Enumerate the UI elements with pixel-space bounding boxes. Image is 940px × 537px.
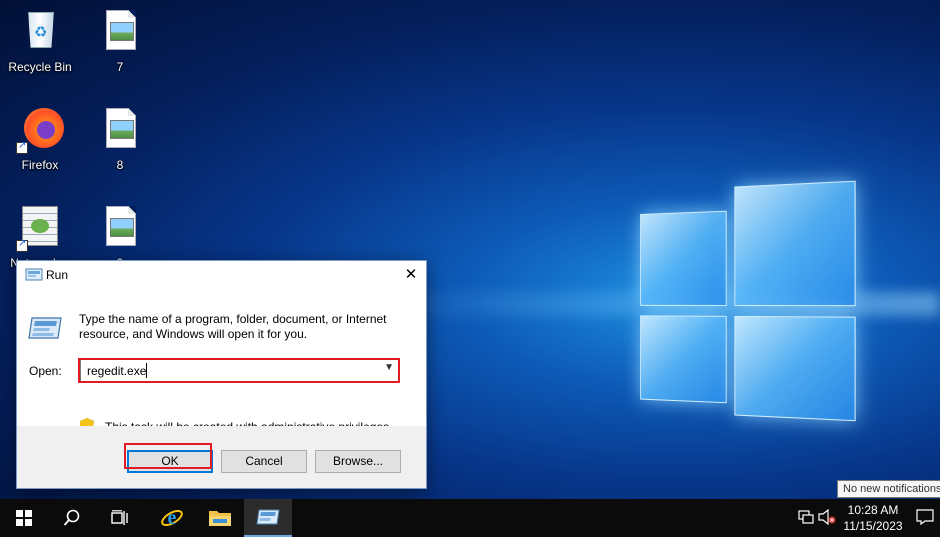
run-button-bar: OK Cancel Browse... [17, 426, 426, 488]
run-title: Run [46, 268, 69, 282]
desktop-icon-label: Firefox [21, 158, 59, 172]
action-center-icon[interactable] [916, 509, 934, 525]
notepad-plus-plus-icon [16, 204, 64, 252]
run-body: Type the name of a program, folder, docu… [17, 290, 426, 434]
desktop-icon-label: 8 [116, 158, 124, 172]
run-titlebar[interactable]: Run ✕ [17, 261, 426, 290]
open-combobox[interactable]: regedit.exe ▼ [80, 359, 399, 382]
windows-logo-icon [16, 510, 32, 526]
logo-pane [734, 180, 856, 307]
clock-date: 11/15/2023 [843, 519, 903, 533]
notification-tooltip: No new notifications [837, 480, 940, 498]
run-icon [25, 268, 43, 281]
task-view-icon [111, 510, 128, 525]
desktop-icon-firefox[interactable]: Firefox [2, 106, 78, 172]
taskbar: e 10:28 AM 11/15/2023 [0, 499, 940, 537]
clock-time: 10:28 AM [847, 503, 899, 517]
taskbar-clock[interactable]: 10:28 AM 11/15/2023 [840, 502, 906, 534]
desktop-icon-file-7[interactable]: 7 [82, 8, 158, 74]
run-taskbar-button[interactable] [244, 499, 292, 537]
firefox-icon [16, 106, 64, 154]
start-button[interactable] [0, 499, 48, 537]
desktop-icon-label: Recycle Bin [8, 60, 72, 74]
recycle-bin-icon [16, 8, 64, 56]
logo-pane [640, 210, 727, 306]
shortcut-arrow-icon [16, 238, 28, 252]
volume-muted-icon[interactable] [818, 509, 836, 525]
run-dialog: Run ✕ Type the name of a program, folder… [16, 260, 427, 489]
run-program-icon [28, 317, 62, 339]
svg-text:e: e [168, 507, 177, 529]
internet-explorer-icon: e [161, 507, 183, 529]
internet-explorer-button[interactable]: e [148, 499, 196, 537]
desktop-icon-label: 7 [116, 60, 124, 74]
logo-pane [640, 315, 727, 404]
open-input[interactable]: regedit.exe [87, 364, 146, 378]
shortcut-arrow-icon [16, 140, 28, 154]
run-icon [256, 509, 280, 525]
folder-icon [209, 511, 231, 526]
run-description: Type the name of a program, folder, docu… [79, 312, 387, 341]
ok-button[interactable]: OK [127, 450, 213, 473]
search-icon [63, 509, 80, 526]
task-view-button[interactable] [96, 499, 144, 537]
cancel-button[interactable]: Cancel [221, 450, 307, 473]
image-file-icon [96, 106, 144, 154]
open-label: Open: [29, 364, 62, 378]
logo-pane [734, 315, 856, 422]
search-button[interactable] [48, 499, 96, 537]
text-cursor [146, 363, 147, 378]
desktop-icon-recycle-bin[interactable]: Recycle Bin [2, 8, 78, 74]
image-file-icon [96, 8, 144, 56]
file-explorer-button[interactable] [196, 499, 244, 537]
image-file-icon [96, 204, 144, 252]
desktop-icon-file-8[interactable]: 8 [82, 106, 158, 172]
chevron-down-icon[interactable]: ▼ [384, 362, 394, 373]
wallpaper-windows-logo [640, 180, 860, 423]
network-icon[interactable] [798, 510, 814, 524]
wallpaper-light-beam [360, 292, 940, 316]
close-button[interactable]: ✕ [396, 261, 426, 289]
browse-button[interactable]: Browse... [315, 450, 401, 473]
